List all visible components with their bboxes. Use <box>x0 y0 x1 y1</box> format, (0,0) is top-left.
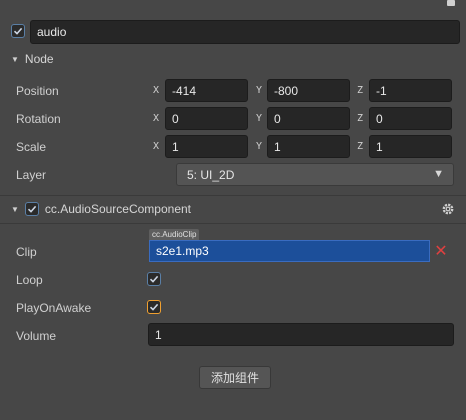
rotation-x-axis: X <box>152 113 160 124</box>
loop-label: Loop <box>16 273 43 287</box>
volume-input[interactable]: 1 <box>148 323 454 346</box>
position-y-axis: Y <box>255 85 263 96</box>
scale-x-value: 1 <box>172 139 179 154</box>
rotation-x-input[interactable]: 0 <box>165 107 248 130</box>
clip-label: Clip <box>16 245 37 259</box>
check-icon <box>13 27 23 35</box>
layer-select-value: 5: UI_2D <box>187 167 235 182</box>
position-z-input[interactable]: -1 <box>369 79 452 102</box>
scale-z-input[interactable]: 1 <box>369 135 452 158</box>
component-enabled-checkbox[interactable] <box>24 202 39 216</box>
component-title: cc.AudioSourceComponent <box>44 202 192 216</box>
component-header[interactable]: ▼ cc.AudioSourceComponent <box>11 202 191 216</box>
volume-value: 1 <box>155 327 162 342</box>
scale-z-axis: Z <box>356 141 364 152</box>
position-z-axis: Z <box>356 85 364 96</box>
rotation-y-axis: Y <box>255 113 263 124</box>
clip-asset-value: s2e1.mp3 <box>156 244 209 258</box>
rotation-z-input[interactable]: 0 <box>369 107 452 130</box>
rotation-z-axis: Z <box>356 113 364 124</box>
position-label: Position <box>16 84 59 98</box>
scale-y-value: 1 <box>274 139 281 154</box>
check-icon <box>27 205 37 213</box>
position-x-input[interactable]: -414 <box>165 79 248 102</box>
dropdown-arrow-icon: ▼ <box>433 168 444 180</box>
position-x-axis: X <box>152 85 160 96</box>
position-z-value: -1 <box>376 83 387 98</box>
node-active-checkbox[interactable] <box>11 24 25 38</box>
rotation-label: Rotation <box>16 112 61 126</box>
rotation-y-value: 0 <box>274 111 281 126</box>
scale-y-axis: Y <box>255 141 263 152</box>
node-section-header[interactable]: ▼ Node <box>11 52 54 66</box>
scale-x-input[interactable]: 1 <box>165 135 248 158</box>
add-component-button[interactable]: 添加组件 <box>199 366 271 389</box>
volume-label: Volume <box>16 329 57 343</box>
remove-clip-icon[interactable]: ✕ <box>432 240 450 262</box>
section-divider <box>0 195 466 196</box>
panel-lock-icon[interactable] <box>447 0 455 6</box>
node-name-input[interactable]: audio <box>30 20 460 44</box>
clip-asset-type-tag: cc.AudioClip <box>149 229 200 240</box>
clip-asset-field[interactable]: s2e1.mp3 <box>149 240 430 262</box>
play-on-awake-checkbox[interactable] <box>147 300 161 314</box>
scale-z-value: 1 <box>376 139 383 154</box>
scale-label: Scale <box>16 140 47 154</box>
position-y-input[interactable]: -800 <box>267 79 350 102</box>
rotation-y-input[interactable]: 0 <box>267 107 350 130</box>
play-on-awake-label: PlayOnAwake <box>16 301 92 315</box>
layer-label: Layer <box>16 168 47 182</box>
gear-icon[interactable] <box>441 202 455 216</box>
collapse-triangle-icon[interactable]: ▼ <box>11 55 19 64</box>
check-icon <box>149 275 159 283</box>
section-divider <box>0 223 466 224</box>
node-name-value: audio <box>37 25 67 39</box>
loop-checkbox[interactable] <box>147 272 161 286</box>
check-icon <box>149 303 159 311</box>
position-x-value: -414 <box>172 83 197 98</box>
rotation-x-value: 0 <box>172 111 179 126</box>
position-y-value: -800 <box>274 83 299 98</box>
layer-select[interactable]: 5: UI_2D ▼ <box>176 163 454 186</box>
node-section-title: Node <box>24 52 54 66</box>
collapse-triangle-icon[interactable]: ▼ <box>11 205 19 214</box>
rotation-z-value: 0 <box>376 111 383 126</box>
add-component-label: 添加组件 <box>210 371 259 385</box>
scale-y-input[interactable]: 1 <box>267 135 350 158</box>
scale-x-axis: X <box>152 141 160 152</box>
